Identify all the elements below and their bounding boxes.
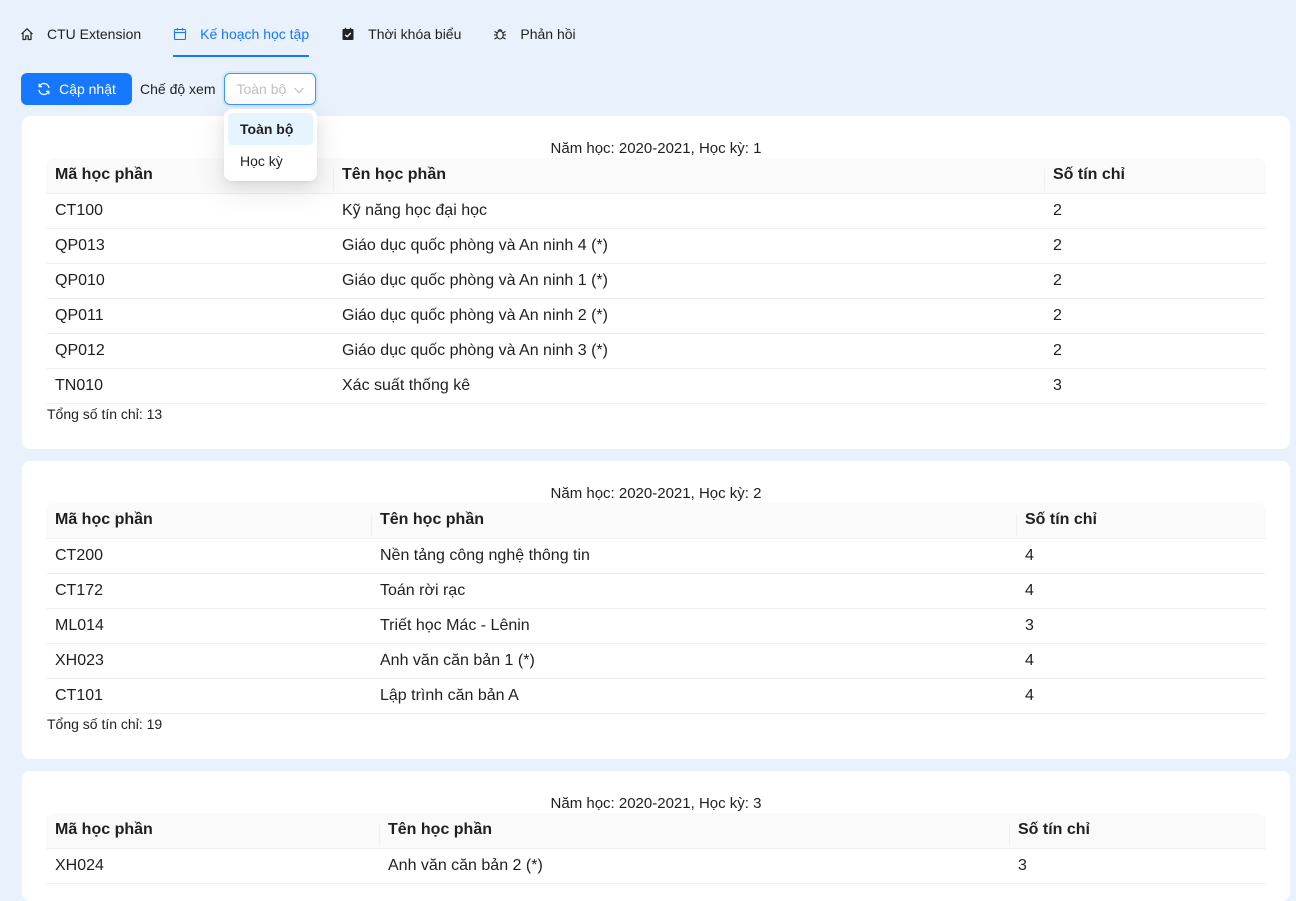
table-row: TN010 Xác suất thống kê 3 xyxy=(46,368,1266,404)
cell-name: Giáo dục quốc phòng và An ninh 1 (*) xyxy=(333,263,1044,299)
chevron-down-icon xyxy=(293,83,305,99)
bug-icon xyxy=(493,27,507,41)
cell-name: Xác suất thống kê xyxy=(333,368,1044,404)
cell-code: QP010 xyxy=(46,263,333,299)
cell-code: QP012 xyxy=(46,333,333,369)
view-mode-label: Chế độ xem xyxy=(140,81,216,97)
cell-credits: 3 xyxy=(1044,368,1266,404)
tab-label: Kế hoạch học tập xyxy=(200,26,310,42)
table-row: ML014 Triết học Mác - Lênin 3 xyxy=(46,608,1266,644)
semester-title: Năm học: 2020-2021, Học kỳ: 3 xyxy=(550,795,762,812)
update-button[interactable]: Cập nhật xyxy=(21,73,132,105)
column-header-name: Tên học phần xyxy=(371,503,1016,539)
total-credits: Tổng số tín chỉ: 13 xyxy=(47,406,163,422)
column-header-credits: Số tín chỉ xyxy=(1016,503,1266,539)
column-header-name: Tên học phần xyxy=(333,158,1044,194)
cell-name: Giáo dục quốc phòng và An ninh 3 (*) xyxy=(333,333,1044,369)
home-icon xyxy=(20,27,34,41)
table-row: XH023 Anh văn căn bản 1 (*) 4 xyxy=(46,643,1266,679)
cell-name: Nền tảng công nghệ thông tin xyxy=(371,538,1016,574)
table-row: CT200 Nền tảng công nghệ thông tin 4 xyxy=(46,538,1266,574)
view-mode-select[interactable]: Toàn bộ xyxy=(224,73,317,105)
tab-label: Thời khóa biểu xyxy=(368,26,462,42)
calendar-check-icon xyxy=(341,27,355,41)
cell-name: Toán rời rạc xyxy=(371,573,1016,609)
cell-name: Giáo dục quốc phòng và An ninh 4 (*) xyxy=(333,228,1044,264)
cell-name: Giáo dục quốc phòng và An ninh 2 (*) xyxy=(333,298,1044,334)
column-header-code: Mã học phần xyxy=(46,503,371,539)
cell-credits: 2 xyxy=(1044,263,1266,299)
course-table: Mã học phần Tên học phần Số tín chỉ XH02… xyxy=(46,813,1266,884)
course-table: Mã học phần Tên học phần Số tín chỉ CT20… xyxy=(46,503,1266,714)
table-row: CT101 Lập trình căn bản A4 xyxy=(46,678,1266,714)
view-mode-dropdown: Toàn bộ Học kỳ xyxy=(224,109,317,181)
column-header-credits: Số tín chỉ xyxy=(1044,158,1266,194)
cell-credits: 2 xyxy=(1044,193,1266,229)
cell-code: QP013 xyxy=(46,228,333,264)
cell-credits: 3 xyxy=(1016,608,1266,644)
table-row: QP012 Giáo dục quốc phòng và An ninh 3 (*… xyxy=(46,333,1266,369)
calendar-icon xyxy=(173,27,187,41)
semester-card: Năm học: 2020-2021, Học kỳ: 1 Mã học phầ… xyxy=(22,116,1290,449)
option-semester[interactable]: Học kỳ xyxy=(228,145,313,177)
semester-title: Năm học: 2020-2021, Học kỳ: 1 xyxy=(550,140,762,157)
course-table: Mã học phần Tên học phần Số tín chỉ CT10… xyxy=(46,158,1266,404)
cell-code: CT172 xyxy=(46,573,371,609)
cell-code: CT100 xyxy=(46,193,333,229)
cell-code: XH023 xyxy=(46,643,371,679)
cell-credits: 4 xyxy=(1016,573,1266,609)
tab-timetable[interactable]: Thời khóa biểu xyxy=(341,0,461,58)
tab-ctu-extension[interactable]: CTU Extension xyxy=(20,0,141,58)
cell-credits: 4 xyxy=(1016,678,1266,714)
cell-code: CT101 xyxy=(46,678,371,714)
tab-label: Phản hồi xyxy=(520,26,576,42)
cell-code: CT200 xyxy=(46,538,371,574)
cell-name: Anh văn căn bản 1 (*) xyxy=(371,643,1016,679)
cell-name: Kỹ năng học đại học xyxy=(333,193,1044,229)
sync-icon xyxy=(37,82,51,96)
table-row: CT100 Kỹ năng học đại học 2 xyxy=(46,193,1266,229)
tab-label: CTU Extension xyxy=(47,26,142,42)
column-header-credits: Số tín chỉ xyxy=(1009,813,1266,849)
cell-credits: 2 xyxy=(1044,228,1266,264)
column-header-code: Mã học phần xyxy=(46,813,379,849)
cell-name: Lập trình căn bản A xyxy=(371,678,1016,714)
cell-credits: 4 xyxy=(1016,643,1266,679)
column-header-name: Tên học phần xyxy=(379,813,1009,849)
cell-name: Triết học Mác - Lênin xyxy=(371,608,1016,644)
total-credits: Tổng số tín chỉ: 19 xyxy=(47,716,163,732)
tab-study-plan[interactable]: Kế hoạch học tập xyxy=(173,0,309,58)
table-row: QP013 Giáo dục quốc phòng và An ninh 4 (*… xyxy=(46,228,1266,264)
cell-credits: 2 xyxy=(1044,333,1266,369)
cell-credits: 4 xyxy=(1016,538,1266,574)
cell-code: QP011 xyxy=(46,298,333,334)
table-row: QP010 Giáo dục quốc phòng và An ninh 1 (*… xyxy=(46,263,1266,299)
cell-credits: 2 xyxy=(1044,298,1266,334)
table-row: CT172 Toán rời rạc 4 xyxy=(46,573,1266,609)
toolbar: Cập nhật Chế độ xem Toàn bộ xyxy=(21,73,317,105)
semester-card: Năm học: 2020-2021, Học kỳ: 2 Mã học phầ… xyxy=(22,461,1290,759)
option-all[interactable]: Toàn bộ xyxy=(228,113,313,145)
tab-feedback[interactable]: Phản hồi xyxy=(493,0,576,58)
semester-card: Năm học: 2020-2021, Học kỳ: 3 Mã học phầ… xyxy=(22,771,1290,901)
table-row: QP011 Giáo dục quốc phòng và An ninh 2 (*… xyxy=(46,298,1266,334)
update-button-label: Cập nhật xyxy=(59,81,116,97)
top-tabs: CTU Extension Kế hoạch học tập Thời khóa… xyxy=(0,0,1296,58)
semester-title: Năm học: 2020-2021, Học kỳ: 2 xyxy=(550,485,762,502)
cell-code: TN010 xyxy=(46,368,333,404)
cell-code: ML014 xyxy=(46,608,371,644)
view-mode-select-value: Toàn bộ xyxy=(236,81,287,97)
